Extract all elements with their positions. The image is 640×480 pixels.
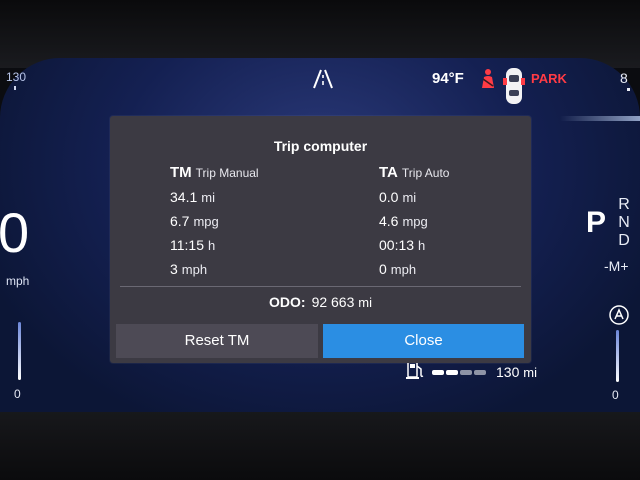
gear-n: N (618, 214, 630, 231)
trip-manual-economy: 6.7 mpg (170, 209, 259, 233)
trip-auto-code: TA (379, 164, 398, 181)
fuel-level-segment (460, 370, 472, 375)
trip-manual-distance-value: 34.1 (170, 189, 198, 205)
trip-manual-economy-unit: mpg (193, 214, 219, 229)
manual-mode-indicator: -M+ (604, 258, 629, 274)
trip-auto-economy-value: 4.6 (379, 213, 399, 229)
speed-unit: mph (6, 274, 30, 288)
fuel-range-unit: mi (523, 365, 537, 380)
speed-limit-setting: 130 (6, 70, 27, 84)
trip-auto-avg-speed: 0 mph (379, 257, 449, 281)
gear-d: D (618, 232, 630, 249)
fuel-level-segment (446, 370, 458, 375)
speedometer-value: 0 (0, 201, 30, 264)
trip-auto-time-unit: h (418, 238, 426, 253)
trip-manual-header: TM Trip Manual (170, 164, 259, 181)
right-gauge-marker (627, 88, 630, 91)
lane-assist-icon (310, 68, 336, 95)
trip-auto-distance: 0.0 mi (379, 185, 449, 209)
fuel-pump-icon (406, 360, 426, 385)
fuel-range-value: 130 (496, 364, 520, 380)
gauge-glow-line (560, 116, 640, 121)
current-gear: P (586, 206, 607, 239)
left-gauge-min: 0 (14, 387, 21, 401)
trip-auto-time-value: 00:13 (379, 237, 415, 253)
outside-temperature: 94°F (432, 70, 464, 87)
gear-selector: R N D (614, 196, 634, 250)
trip-manual-distance: 34.1 mi (170, 185, 259, 209)
right-gauge-bar (616, 330, 619, 382)
odometer-label: ODO: (269, 294, 306, 310)
seatbelt-warning-icon (478, 68, 498, 95)
trip-manual-time-unit: h (208, 238, 216, 253)
trip-computer-dialog: Trip computer TM Trip Manual 34.1 mi 6.7 mp… (110, 116, 531, 363)
trip-auto-avg-speed-unit: mph (390, 262, 417, 277)
fuel-range: 130 mi (496, 364, 537, 380)
gear-r: R (618, 196, 630, 213)
trip-auto-distance-unit: mi (402, 190, 417, 205)
odometer-value: 92 663 (311, 294, 355, 310)
fuel-level-segment (432, 370, 444, 375)
fuel-level-gauge (432, 370, 486, 375)
trip-auto-economy-unit: mpg (402, 214, 428, 229)
left-gauge-bar (18, 322, 21, 380)
odometer: ODO: 92 663 mi (110, 294, 531, 310)
odometer-unit: mi (358, 295, 372, 310)
trip-manual-distance-unit: mi (201, 190, 215, 205)
car-top-view-icon (502, 66, 526, 111)
right-gauge-scale-value: 8 (620, 70, 628, 86)
trip-auto-avg-speed-value: 0 (379, 261, 387, 277)
trip-auto-time: 00:13 h (379, 233, 449, 257)
status-bar: 130 94°F PARK 8 (0, 66, 640, 104)
trip-auto-label: Trip Auto (401, 166, 450, 180)
trip-manual-avg-speed-unit: mph (181, 262, 208, 277)
trip-manual-time: 11:15 h (170, 233, 259, 257)
dialog-divider (120, 286, 521, 287)
trip-manual-avg-speed: 3 mph (170, 257, 259, 281)
close-button[interactable]: Close (323, 324, 524, 358)
dialog-title: Trip computer (273, 138, 368, 154)
trip-auto-header: TA Trip Auto (379, 164, 449, 181)
park-indicator: PARK (531, 71, 567, 86)
trip-auto-economy: 4.6 mpg (379, 209, 449, 233)
trip-manual-avg-speed-value: 3 (170, 261, 178, 277)
trip-manual-time-value: 11:15 (170, 237, 204, 253)
auto-start-stop-icon (608, 304, 630, 331)
dashboard-bezel-bottom (0, 412, 640, 480)
speed-marker (14, 86, 16, 90)
trip-auto-distance-value: 0.0 (379, 189, 399, 205)
right-gauge-min: 0 (612, 388, 619, 402)
trip-manual-code: TM (170, 164, 192, 181)
trip-manual-economy-value: 6.7 (170, 213, 190, 229)
trip-auto-column: TA Trip Auto 0.0 mi 4.6 mpg 00:13 h 0 mph (379, 164, 449, 281)
trip-manual-column: TM Trip Manual 34.1 mi 6.7 mpg 11:15 h 3 mph (170, 164, 259, 281)
reset-tm-button[interactable]: Reset TM (116, 324, 318, 358)
fuel-level-segment (474, 370, 486, 375)
trip-manual-label: Trip Manual (195, 166, 259, 180)
